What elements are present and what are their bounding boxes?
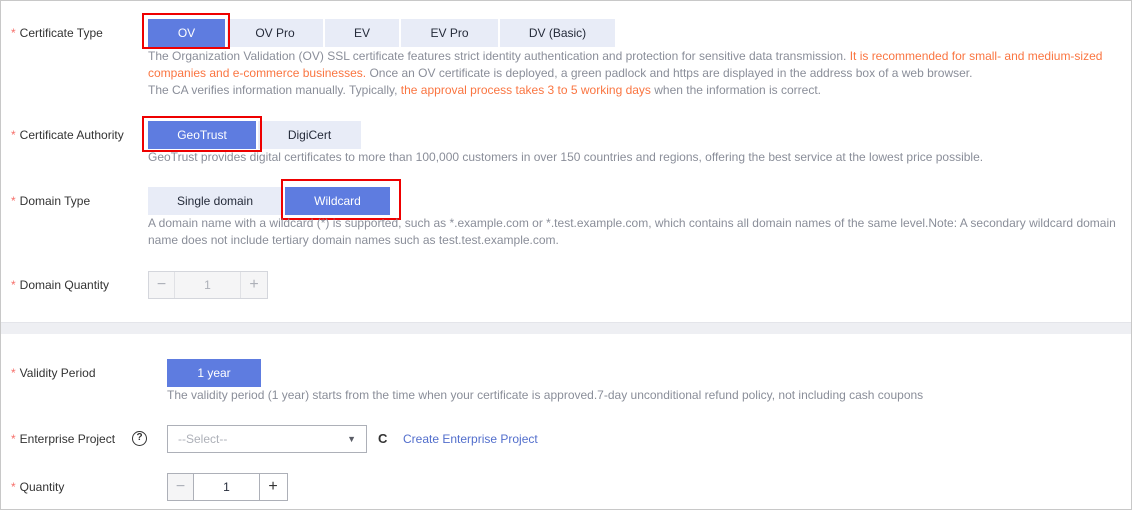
enterprise-project-label-text: Enterprise Project (19, 432, 116, 446)
create-enterprise-project-link[interactable]: Create Enterprise Project (403, 432, 538, 446)
certificate-authority-description: GeoTrust provides digital certificates t… (148, 150, 984, 164)
select-placeholder: --Select-- (178, 432, 228, 446)
desc-text: The Organization Validation (OV) SSL cer… (148, 49, 850, 63)
desc-text: A domain name with a wildcard (*) is sup… (148, 216, 1116, 230)
quantity-label-text: Quantity (19, 480, 65, 494)
required-icon: * (11, 278, 16, 292)
required-icon: * (11, 480, 16, 494)
cert-type-ev-pro-button[interactable]: EV Pro (401, 19, 498, 47)
minus-icon[interactable]: − (168, 474, 194, 500)
desc-text: when the information is correct. (650, 83, 821, 97)
desc-highlight: the approval process takes 3 to 5 workin… (400, 83, 651, 97)
domain-type-label: * Domain Type (11, 194, 90, 208)
minus-icon[interactable]: − (149, 272, 175, 298)
certificate-type-label-text: Certificate Type (19, 26, 103, 40)
required-icon: * (11, 128, 16, 142)
validity-period-label-text: Validity Period (19, 366, 96, 380)
certificate-type-description: The Organization Validation (OV) SSL cer… (148, 48, 1102, 99)
certificate-authority-label-text: Certificate Authority (19, 128, 124, 142)
certificate-authority-label: * Certificate Authority (11, 128, 124, 142)
domain-type-single-button[interactable]: Single domain (148, 187, 282, 215)
desc-text: name does not include tertiary domain na… (148, 233, 559, 247)
validity-period-label: * Validity Period (11, 366, 96, 380)
domain-quantity-label-text: Domain Quantity (19, 278, 110, 292)
domain-quantity-stepper[interactable]: − 1 + (148, 271, 268, 299)
section-divider (1, 322, 1131, 334)
cert-type-ev-button[interactable]: EV (325, 19, 399, 47)
required-icon: * (11, 366, 16, 380)
help-icon[interactable]: ? (132, 431, 147, 446)
domain-type-label-text: Domain Type (19, 194, 91, 208)
cert-type-ov-button[interactable]: OV (148, 19, 225, 47)
cert-type-dv-basic-button[interactable]: DV (Basic) (500, 19, 615, 47)
ca-digicert-button[interactable]: DigiCert (258, 121, 361, 149)
required-icon: * (11, 432, 16, 446)
domain-quantity-label: * Domain Quantity (11, 278, 109, 292)
desc-highlight: companies and e-commerce businesses. (148, 66, 367, 80)
desc-text: Once an OV certificate is deployed, a gr… (366, 66, 973, 80)
domain-type-wildcard-button[interactable]: Wildcard (285, 187, 390, 215)
enterprise-project-label: * Enterprise Project (11, 432, 115, 446)
quantity-label: * Quantity (11, 480, 64, 494)
required-icon: * (11, 194, 16, 208)
validity-period-description: The validity period (1 year) starts from… (167, 388, 924, 402)
enterprise-project-select[interactable]: --Select-- ▼ (167, 425, 367, 453)
cert-type-ov-pro-button[interactable]: OV Pro (227, 19, 323, 47)
ca-geotrust-button[interactable]: GeoTrust (148, 121, 256, 149)
validity-1-year-button[interactable]: 1 year (167, 359, 261, 387)
plus-icon[interactable]: + (260, 474, 286, 500)
desc-highlight: It is recommended for small- and medium-… (849, 49, 1103, 63)
quantity-stepper[interactable]: − 1 + (167, 473, 288, 501)
required-icon: * (11, 26, 16, 40)
chevron-down-icon: ▼ (347, 434, 356, 444)
domain-type-description: A domain name with a wildcard (*) is sup… (148, 215, 1116, 249)
desc-text: The CA verifies information manually. Ty… (148, 83, 401, 97)
refresh-icon[interactable]: C (378, 431, 387, 446)
certificate-type-label: * Certificate Type (11, 26, 103, 40)
plus-icon[interactable]: + (241, 272, 267, 298)
quantity-value[interactable]: 1 (194, 474, 260, 500)
domain-quantity-value[interactable]: 1 (175, 272, 241, 298)
